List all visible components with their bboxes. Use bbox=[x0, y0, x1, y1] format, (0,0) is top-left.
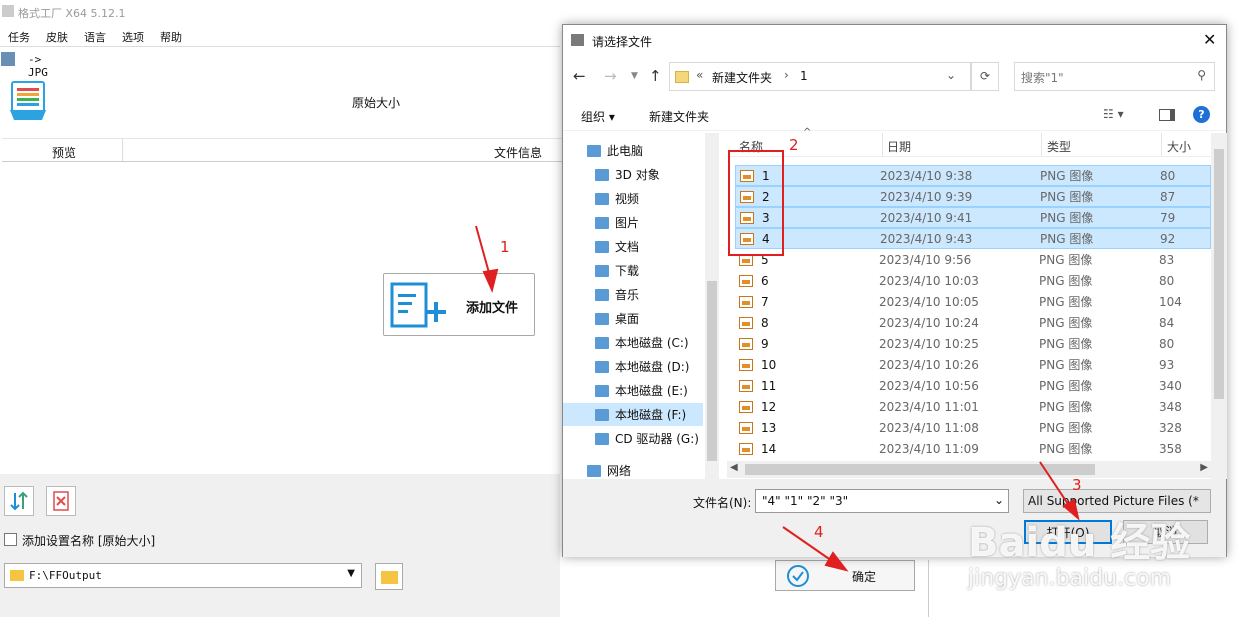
watermark-url: jingyan.baidu.com bbox=[968, 566, 1172, 591]
watermark-logo: Baidu 经验 bbox=[968, 520, 1191, 566]
